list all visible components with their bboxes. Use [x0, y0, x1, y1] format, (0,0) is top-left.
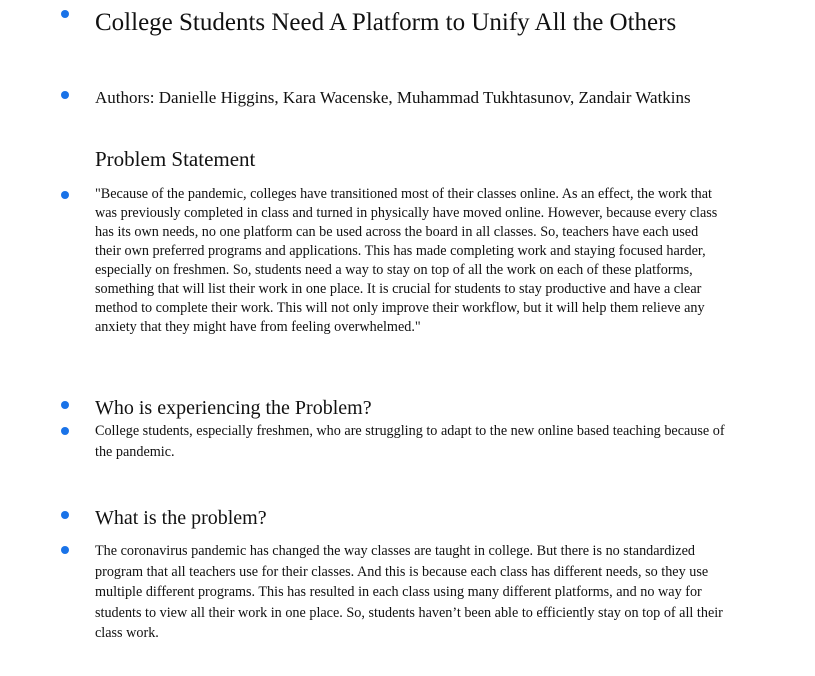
what-heading: What is the problem? — [95, 507, 267, 529]
authors-line: Authors: Danielle Higgins, Kara Wacenske… — [95, 88, 691, 107]
bullet-marker — [61, 10, 69, 18]
bullet-marker — [61, 401, 69, 409]
what-heading-block: What is the problem? — [95, 505, 725, 531]
problem-statement-block: "Because of the pandemic, colleges have … — [95, 185, 725, 337]
bullet-marker — [61, 511, 69, 519]
who-heading-block: Who is experiencing the Problem? — [95, 395, 725, 421]
what-text: The coronavirus pandemic has changed the… — [95, 543, 723, 641]
document-title: College Students Need A Platform to Unif… — [95, 9, 677, 36]
bullet-marker — [61, 191, 69, 199]
problem-statement-content: "Because of the pandemic, colleges have … — [95, 186, 718, 335]
what-text-block: The coronavirus pandemic has changed the… — [95, 541, 725, 644]
title-block: College Students Need A Platform to Unif… — [95, 5, 725, 40]
problem-statement-heading: Problem Statement — [95, 147, 256, 171]
problem-statement-heading-block: Problem Statement — [95, 146, 725, 172]
bullet-marker — [61, 91, 69, 99]
who-text-block: College students, especially freshmen, w… — [95, 421, 725, 462]
problem-statement-text[interactable]: "Because of the pandemic, colleges have … — [95, 185, 725, 337]
document-page: College Students Need A Platform to Unif… — [0, 0, 815, 676]
who-text: College students, especially freshmen, w… — [95, 423, 725, 460]
authors-block: Authors: Danielle Higgins, Kara Wacenske… — [95, 86, 725, 109]
who-heading: Who is experiencing the Problem? — [95, 397, 372, 419]
bullet-marker — [61, 546, 69, 554]
bullet-marker — [61, 427, 69, 435]
